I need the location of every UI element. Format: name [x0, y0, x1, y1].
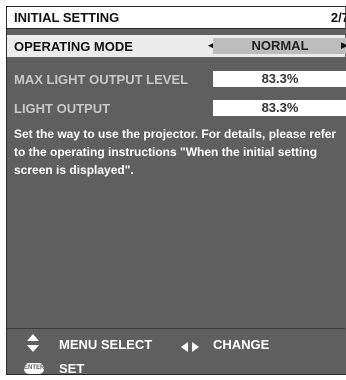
menu-item-label: LIGHT OUTPUT: [14, 101, 111, 116]
enter-key-icon: ENTER: [24, 363, 44, 374]
title-bar: INITIAL SETTING 2/7: [7, 7, 346, 29]
left-right-arrows-icon: [181, 342, 199, 352]
arrow-right-icon[interactable]: ▶: [341, 40, 346, 51]
initial-setting-screen: INITIAL SETTING 2/7 OPERATING MODE ◀ NOR…: [6, 6, 346, 376]
screen-title: INITIAL SETTING: [14, 10, 120, 25]
up-down-arrows-icon: [27, 334, 39, 352]
operating-mode-value[interactable]: NORMAL: [213, 38, 346, 54]
menu-item-operating-mode[interactable]: OPERATING MODE ◀ NORMAL ▶: [7, 35, 346, 57]
guide-set: SET: [59, 361, 85, 376]
footer-divider: [7, 328, 345, 329]
description-text: Set the way to use the projector. For de…: [14, 127, 337, 177]
max-light-output-value: 83.3%: [213, 71, 346, 87]
menu-item-max-light-output-level[interactable]: MAX LIGHT OUTPUT LEVEL 83.3%: [7, 68, 346, 90]
light-output-value: 83.3%: [213, 100, 346, 116]
guide-menu-select: MENU SELECT: [59, 337, 153, 352]
guide-change: CHANGE: [213, 337, 270, 352]
menu-item-label: OPERATING MODE: [14, 39, 133, 54]
menu-item-label: MAX LIGHT OUTPUT LEVEL: [14, 72, 189, 87]
page-indicator: 2/7: [330, 10, 346, 25]
menu-item-light-output[interactable]: LIGHT OUTPUT 83.3%: [7, 97, 346, 119]
